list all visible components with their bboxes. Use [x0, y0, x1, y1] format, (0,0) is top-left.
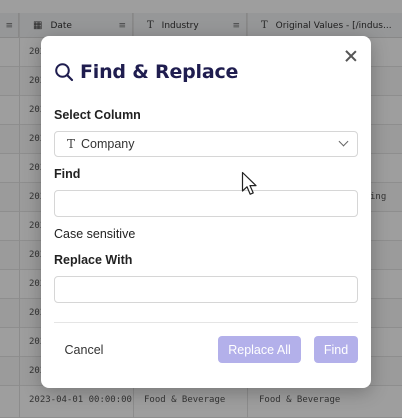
search-icon [55, 63, 74, 82]
find-label: Find [54, 167, 81, 181]
select-column-label: Select Column [54, 108, 141, 122]
find-button[interactable]: Find [314, 336, 358, 363]
dialog-title: Find & Replace [80, 61, 239, 83]
select-column-value: Company [81, 137, 135, 151]
replace-input[interactable] [54, 276, 358, 303]
divider [54, 322, 358, 323]
case-sensitive-label[interactable]: Case sensitive [54, 227, 135, 241]
dialog-header: Find & Replace [54, 61, 238, 83]
close-icon[interactable] [343, 48, 359, 64]
find-replace-dialog: Find & Replace Select Column T Company F… [41, 36, 371, 388]
chevron-down-icon [338, 136, 349, 147]
select-column-dropdown[interactable]: T Company [54, 131, 358, 157]
replace-all-button[interactable]: Replace All [218, 336, 301, 363]
cancel-button[interactable]: Cancel [54, 337, 114, 363]
text-type-icon: T [67, 137, 76, 151]
mouse-cursor-icon [241, 171, 257, 195]
find-input[interactable] [54, 190, 358, 217]
replace-with-label: Replace With [54, 253, 133, 267]
